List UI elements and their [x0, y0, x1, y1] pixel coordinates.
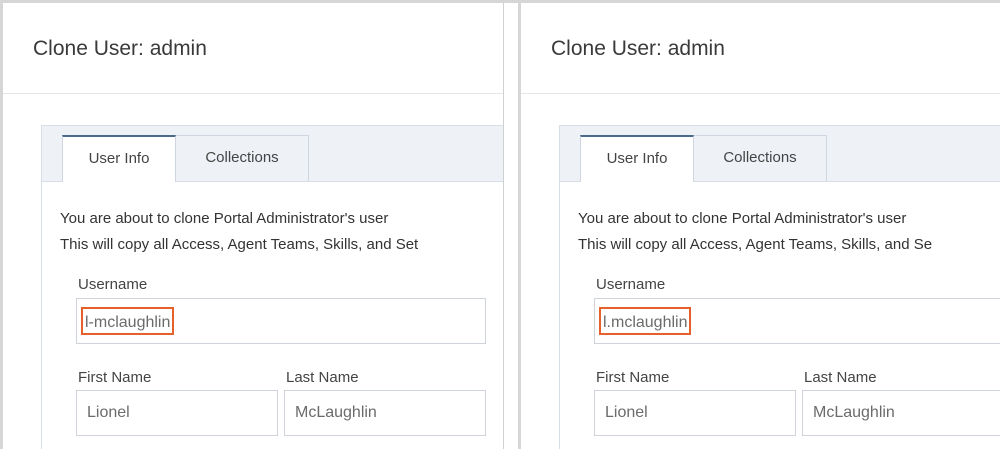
- panel-separator: [503, 3, 518, 449]
- modal-title: Clone User: admin: [33, 37, 207, 60]
- first-name-label: First Name: [78, 369, 152, 386]
- clone-description: You are about to clone Portal Administra…: [60, 206, 418, 258]
- title-divider: [3, 93, 503, 94]
- form-container: User Info Collections You are about to c…: [41, 125, 503, 449]
- username-value-highlight: l-mclaughlin: [81, 307, 175, 335]
- tab-user-info[interactable]: User Info: [62, 135, 176, 182]
- username-label: Username: [78, 276, 148, 293]
- form-container: User Info Collections You are about to c…: [559, 125, 1000, 449]
- modal-title: Clone User: admin: [551, 37, 725, 60]
- first-name-field[interactable]: Lionel: [76, 390, 278, 436]
- description-line-2: This will copy all Access, Agent Teams, …: [60, 236, 419, 253]
- tab-bar: User Info Collections: [560, 126, 1000, 182]
- tab-collections[interactable]: Collections: [694, 135, 827, 181]
- tab-user-info[interactable]: User Info: [580, 135, 694, 182]
- last-name-label: Last Name: [804, 369, 877, 386]
- username-label: Username: [596, 276, 666, 293]
- tab-bar: User Info Collections: [42, 126, 503, 182]
- first-name-field[interactable]: Lionel: [594, 390, 796, 436]
- clone-user-panel-right: Clone User: admin User Info Collections …: [518, 3, 1000, 449]
- title-divider: [521, 93, 1000, 94]
- clone-user-panel-left: Clone User: admin User Info Collections …: [0, 3, 503, 449]
- last-name-field[interactable]: McLaughlin: [284, 390, 486, 436]
- last-name-label: Last Name: [286, 369, 359, 386]
- tab-collections[interactable]: Collections: [176, 135, 309, 181]
- first-name-label: First Name: [596, 369, 670, 386]
- description-line-1: You are about to clone Portal Administra…: [578, 210, 907, 227]
- username-field[interactable]: l.mclaughlin: [594, 298, 1000, 344]
- username-value-highlight: l.mclaughlin: [599, 307, 692, 335]
- username-field[interactable]: l-mclaughlin: [76, 298, 486, 344]
- last-name-field[interactable]: McLaughlin: [802, 390, 1000, 436]
- description-line-2: This will copy all Access, Agent Teams, …: [578, 236, 933, 253]
- description-line-1: You are about to clone Portal Administra…: [60, 210, 389, 227]
- clone-description: You are about to clone Portal Administra…: [578, 206, 932, 258]
